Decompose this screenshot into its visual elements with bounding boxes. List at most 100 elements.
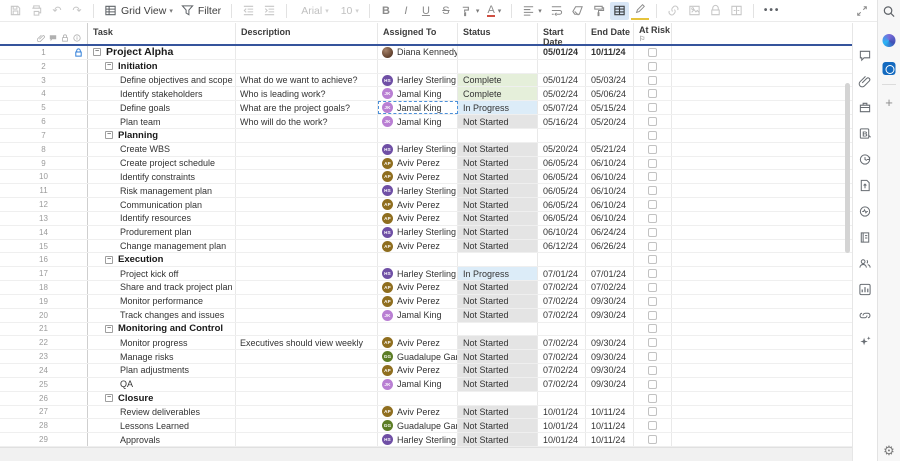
at-risk-checkbox[interactable]: [648, 186, 657, 196]
end-date-cell[interactable]: [586, 59, 634, 73]
collapse-toggle[interactable]: −: [93, 48, 101, 57]
row-number-cell[interactable]: 17: [0, 267, 88, 281]
start-date-cell[interactable]: 06/05/24: [538, 184, 586, 198]
at-risk-checkbox[interactable]: [648, 379, 657, 389]
start-date-cell[interactable]: 06/12/24: [538, 239, 586, 253]
start-date-cell[interactable]: 06/10/24: [538, 225, 586, 239]
lock-column-button[interactable]: [706, 2, 725, 20]
task-cell[interactable]: Monitor performance: [88, 294, 236, 308]
end-date-cell[interactable]: 09/30/24: [586, 294, 634, 308]
at-risk-checkbox[interactable]: [648, 269, 657, 279]
start-date-cell[interactable]: 07/01/24: [538, 267, 586, 281]
end-date-cell[interactable]: 06/10/24: [586, 156, 634, 170]
at-risk-checkbox[interactable]: [648, 338, 657, 348]
assignee-cell[interactable]: AP Aviv Perez: [378, 198, 458, 211]
at-risk-cell[interactable]: [634, 267, 672, 281]
at-risk-cell[interactable]: [634, 336, 672, 350]
status-cell[interactable]: Complete: [458, 87, 538, 101]
clear-format-button[interactable]: [568, 2, 587, 20]
at-risk-cell[interactable]: [634, 59, 672, 73]
end-date-cell[interactable]: 06/24/24: [586, 225, 634, 239]
assignee-cell[interactable]: JK Jamal King: [378, 115, 458, 128]
status-cell[interactable]: Not Started: [458, 377, 538, 391]
end-date-cell[interactable]: 06/10/24: [586, 184, 634, 198]
collapse-toggle[interactable]: −: [105, 394, 113, 403]
at-risk-cell[interactable]: [634, 322, 672, 336]
collapse-toggle[interactable]: −: [105, 324, 113, 333]
description-cell[interactable]: [236, 364, 378, 377]
text-color-button[interactable]: A ▾: [484, 2, 504, 20]
assignee-cell[interactable]: JK Jamal King: [378, 377, 458, 391]
conversations-icon[interactable]: [859, 49, 872, 62]
status-cell[interactable]: Not Started: [458, 184, 538, 198]
status-cell[interactable]: Not Started: [458, 433, 538, 447]
description-cell[interactable]: [236, 377, 378, 391]
row-number-cell[interactable]: 7: [0, 128, 88, 142]
assignee-cell[interactable]: GG Guadalupe Garcia: [378, 419, 458, 433]
task-cell[interactable]: Monitor progress: [88, 336, 236, 350]
column-header-assigned-to[interactable]: Assigned To: [378, 23, 458, 44]
task-cell[interactable]: − Monitoring and Control: [88, 322, 236, 336]
at-risk-checkbox[interactable]: [648, 435, 657, 445]
task-cell[interactable]: Define goals: [88, 101, 236, 115]
at-risk-checkbox[interactable]: [648, 75, 657, 85]
collapse-toggle[interactable]: −: [105, 131, 113, 140]
start-date-cell[interactable]: 07/02/24: [538, 350, 586, 364]
at-risk-cell[interactable]: [634, 239, 672, 253]
task-cell[interactable]: Create project schedule: [88, 156, 236, 170]
at-risk-cell[interactable]: [634, 73, 672, 87]
collapse-toggle[interactable]: −: [105, 255, 113, 264]
at-risk-cell[interactable]: [634, 350, 672, 364]
start-date-cell[interactable]: 10/01/24: [538, 419, 586, 433]
collapse-toggle[interactable]: −: [105, 62, 113, 71]
description-cell[interactable]: [236, 170, 378, 184]
at-risk-cell[interactable]: [634, 433, 672, 447]
at-risk-checkbox[interactable]: [648, 158, 657, 168]
task-cell[interactable]: − Planning: [88, 128, 236, 142]
row-number-cell[interactable]: 12: [0, 198, 88, 211]
at-risk-cell[interactable]: [634, 308, 672, 322]
description-cell[interactable]: [236, 433, 378, 447]
status-cell[interactable]: Not Started: [458, 281, 538, 294]
row-number-cell[interactable]: 21: [0, 322, 88, 336]
assignee-cell[interactable]: [378, 253, 458, 267]
status-cell[interactable]: Not Started: [458, 225, 538, 239]
status-cell[interactable]: Not Started: [458, 239, 538, 253]
status-cell[interactable]: In Progress: [458, 101, 538, 115]
at-risk-checkbox[interactable]: [648, 393, 657, 403]
row-number-cell[interactable]: 29: [0, 433, 88, 447]
status-cell[interactable]: [458, 391, 538, 405]
redo-button[interactable]: ↷: [68, 2, 86, 20]
end-date-cell[interactable]: 05/06/24: [586, 87, 634, 101]
at-risk-checkbox[interactable]: [648, 324, 657, 334]
assignee-cell[interactable]: AP Aviv Perez: [378, 156, 458, 170]
assignee-cell[interactable]: JK Jamal King: [378, 87, 458, 101]
row-number-cell[interactable]: 4: [0, 87, 88, 101]
status-cell[interactable]: [458, 128, 538, 142]
status-cell[interactable]: [458, 59, 538, 73]
row-number-cell[interactable]: 28: [0, 419, 88, 433]
end-date-cell[interactable]: 09/30/24: [586, 308, 634, 322]
at-risk-cell[interactable]: [634, 405, 672, 419]
at-risk-checkbox[interactable]: [648, 407, 657, 417]
assignee-cell[interactable]: AP Aviv Perez: [378, 364, 458, 377]
start-date-cell[interactable]: [538, 128, 586, 142]
at-risk-checkbox[interactable]: [648, 352, 657, 362]
row-number-cell[interactable]: 23: [0, 350, 88, 364]
strikethrough-button[interactable]: S: [437, 2, 455, 20]
outlook-app-icon[interactable]: [882, 62, 896, 75]
end-date-cell[interactable]: 09/30/24: [586, 350, 634, 364]
app-shortcut-icon-1[interactable]: [882, 34, 896, 47]
format-painter-button[interactable]: [589, 2, 608, 20]
at-risk-cell[interactable]: [634, 115, 672, 128]
status-cell[interactable]: Not Started: [458, 419, 538, 433]
row-number-cell[interactable]: 20: [0, 308, 88, 322]
at-risk-checkbox[interactable]: [648, 296, 657, 306]
filter-button[interactable]: Filter: [178, 2, 224, 20]
description-cell[interactable]: [236, 405, 378, 419]
task-cell[interactable]: Change management plan: [88, 239, 236, 253]
status-cell[interactable]: Not Started: [458, 156, 538, 170]
end-date-cell[interactable]: 06/10/24: [586, 170, 634, 184]
assignee-cell[interactable]: HS Harley Sterling: [378, 73, 458, 87]
description-cell[interactable]: Who is leading work?: [236, 87, 378, 101]
